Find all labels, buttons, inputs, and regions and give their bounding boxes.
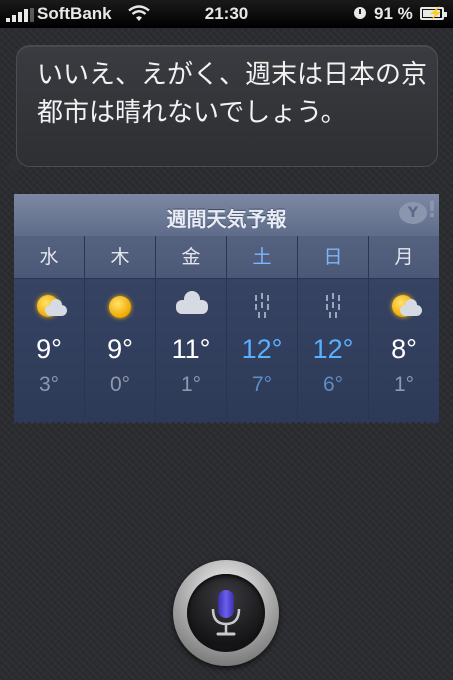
siri-response-text: いいえ、えがく、週末は日本の京都市は晴れないでしょう。 (37, 60, 428, 128)
siri-mic-button[interactable] (173, 560, 279, 666)
weekly-weather-card[interactable]: 週間天気予報 Y ! 水 9° 3° 木 9° 0° 金 11° 1° 土 12… (14, 194, 439, 422)
temp-high: 8° (391, 334, 417, 364)
sun-cloud-icon (31, 291, 67, 323)
battery-percentage: 91 % (374, 4, 413, 23)
forecast-day: 水 9° 3° (14, 236, 85, 422)
card-torn-edge (14, 420, 439, 426)
day-name: 金 (156, 236, 226, 279)
forecast-days: 水 9° 3° 木 9° 0° 金 11° 1° 土 12° 7° 日 12° … (14, 236, 439, 422)
cloud-icon (173, 291, 209, 323)
weather-title: 週間天気予報 (166, 207, 287, 231)
sun-cloud-icon (386, 291, 422, 323)
temp-high: 12° (312, 334, 354, 364)
microphone-icon (211, 590, 241, 636)
day-name: 月 (369, 236, 439, 279)
battery-charging-icon: ⚡ (420, 7, 447, 20)
rain-icon (315, 291, 351, 323)
yahoo-logo-mark: ! (427, 198, 438, 223)
day-name: 木 (85, 236, 155, 279)
temp-low: 1° (393, 373, 415, 396)
forecast-day: 金 11° 1° (156, 236, 227, 422)
forecast-day: 日 12° 6° (298, 236, 369, 422)
forecast-day: 木 9° 0° (85, 236, 156, 422)
orientation-lock-icon (354, 7, 366, 19)
status-bar: SoftBank 21:30 91 % ⚡ (0, 0, 453, 28)
day-name: 水 (14, 236, 84, 279)
forecast-day: 月 8° 1° (369, 236, 439, 422)
temp-low: 6° (322, 373, 344, 396)
temp-low: 1° (180, 373, 202, 396)
temp-high: 12° (241, 334, 283, 364)
forecast-day: 土 12° 7° (227, 236, 298, 422)
temp-high: 11° (171, 334, 211, 364)
mic-button-face (187, 574, 265, 652)
day-name: 土 (227, 236, 297, 279)
rain-icon (244, 291, 280, 323)
day-name: 日 (298, 236, 368, 279)
sun-icon (102, 291, 138, 323)
temp-low: 3° (38, 373, 60, 396)
weather-header: 週間天気予報 Y ! (14, 194, 439, 237)
temp-low: 7° (251, 373, 273, 396)
temp-high: 9° (36, 334, 62, 364)
temp-low: 0° (109, 373, 131, 396)
siri-response-bubble: いいえ、えがく、週末は日本の京都市は晴れないでしょう。 (16, 45, 438, 167)
temp-high: 9° (107, 334, 133, 364)
yahoo-logo-icon: Y (399, 202, 427, 224)
